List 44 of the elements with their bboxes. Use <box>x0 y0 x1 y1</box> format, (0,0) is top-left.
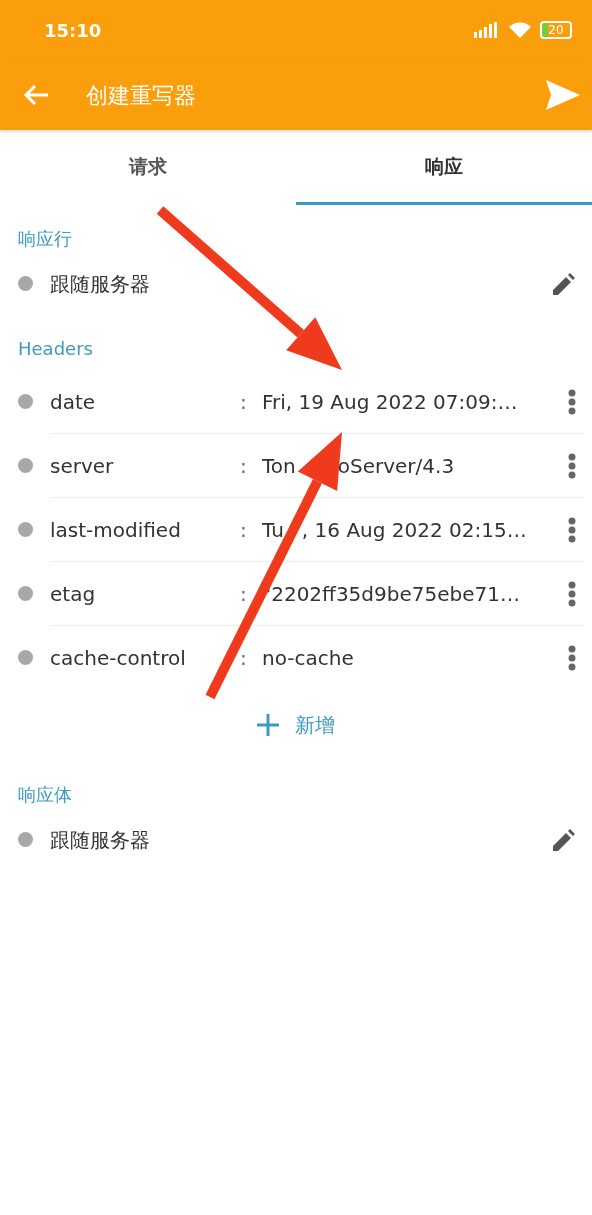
more-icon[interactable] <box>568 580 576 607</box>
edit-icon[interactable] <box>550 271 576 296</box>
separator-text: : <box>240 388 248 416</box>
tab[interactable]: 请求 <box>0 130 296 205</box>
status-dot <box>18 586 33 601</box>
header-value: oServer/4.3 <box>337 452 455 480</box>
header-value: Ton <box>262 452 296 480</box>
section-title: 响应体 <box>17 783 73 807</box>
status-dot <box>18 276 33 291</box>
more-icon[interactable] <box>568 644 576 671</box>
header-value: Tu <box>262 516 284 544</box>
more-icon[interactable] <box>568 388 576 415</box>
separator-text: : <box>240 580 248 608</box>
separator-text: : <box>240 516 248 544</box>
header-name: cache-control <box>50 644 187 672</box>
wifi-icon <box>508 21 532 39</box>
header-name: server <box>50 452 115 480</box>
row-value: 跟随服务器 <box>50 826 150 854</box>
section-title: Headers <box>17 337 94 361</box>
battery-icon: 20 <box>540 21 572 39</box>
header-name: etag <box>50 580 97 608</box>
screen-title: 创建重写器 <box>86 81 196 110</box>
status-dot <box>18 394 33 409</box>
plus-icon <box>257 714 279 736</box>
row-value: 跟随服务器 <box>50 270 150 298</box>
status-dot <box>18 458 33 473</box>
more-icon[interactable] <box>568 516 576 543</box>
header-value: no-cache <box>262 644 354 672</box>
clock-text: 15:10 <box>44 18 102 43</box>
header-value: , 16 Aug 2022 02:15… <box>301 516 527 544</box>
separator-text: : <box>240 644 248 672</box>
more-icon[interactable] <box>568 452 576 479</box>
header-value: Fri, 19 Aug 2022 07:09:… <box>262 388 518 416</box>
status-dot <box>18 832 33 847</box>
status-dot <box>18 650 33 665</box>
header-value: "2202ff35d9be75ebe71… <box>262 580 520 608</box>
section-title: 响应行 <box>17 227 73 251</box>
status-dot <box>18 522 33 537</box>
header-name: date <box>50 388 97 416</box>
signal-icon <box>474 22 500 38</box>
edit-icon[interactable] <box>550 827 576 852</box>
tab[interactable]: 响应 <box>296 130 592 205</box>
separator-text: : <box>240 452 248 480</box>
header-name: last-modified <box>50 516 182 544</box>
